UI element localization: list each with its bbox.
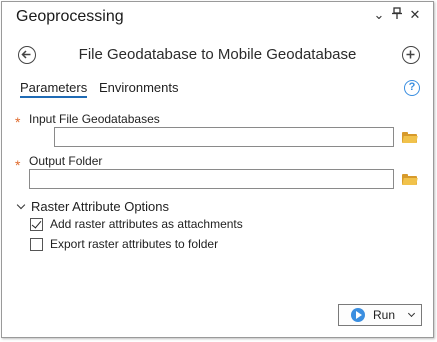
output-folder-label: Output Folder: [29, 154, 103, 168]
raster-options-title: Raster Attribute Options: [31, 199, 170, 214]
input-geodatabases-field[interactable]: [54, 127, 394, 147]
tool-header: File Geodatabase to Mobile Geodatabase: [2, 40, 433, 70]
chevron-down-icon: [16, 200, 26, 210]
geoprocessing-pane: Geoprocessing ⌄ ✕ File Geodatabase to Mo…: [1, 1, 434, 338]
play-icon: [351, 308, 365, 322]
input-geodatabases-label: Input File Geodatabases: [29, 112, 160, 126]
required-marker: *: [15, 114, 21, 130]
folder-icon[interactable]: [402, 174, 418, 185]
checkmark-icon: [31, 218, 42, 229]
pane-title: Geoprocessing: [16, 8, 124, 25]
checkbox-add-attachments[interactable]: [30, 218, 43, 231]
required-marker: *: [15, 157, 21, 173]
close-icon[interactable]: ✕: [407, 7, 423, 23]
checkbox-label: Export raster attributes to folder: [50, 237, 219, 251]
add-icon[interactable]: [402, 46, 420, 64]
checkbox-label: Add raster attributes as attachments: [50, 217, 243, 231]
tab-parameters[interactable]: Parameters: [20, 80, 88, 98]
tab-environments[interactable]: Environments: [99, 80, 178, 95]
output-folder-field[interactable]: [29, 169, 394, 189]
tool-title: File Geodatabase to Mobile Geodatabase: [78, 46, 357, 63]
help-icon[interactable]: ?: [404, 80, 420, 96]
raster-options-header[interactable]: Raster Attribute Options: [16, 199, 170, 214]
chevron-down-icon[interactable]: [407, 309, 416, 318]
checkbox-export-folder[interactable]: [30, 238, 43, 251]
pin-icon[interactable]: [389, 7, 405, 23]
chevron-down-icon[interactable]: ⌄: [371, 7, 387, 23]
run-label: Run: [373, 308, 396, 322]
pane-titlebar: Geoprocessing ⌄ ✕: [2, 2, 433, 32]
run-button[interactable]: Run: [338, 304, 422, 326]
folder-icon[interactable]: [402, 132, 418, 143]
